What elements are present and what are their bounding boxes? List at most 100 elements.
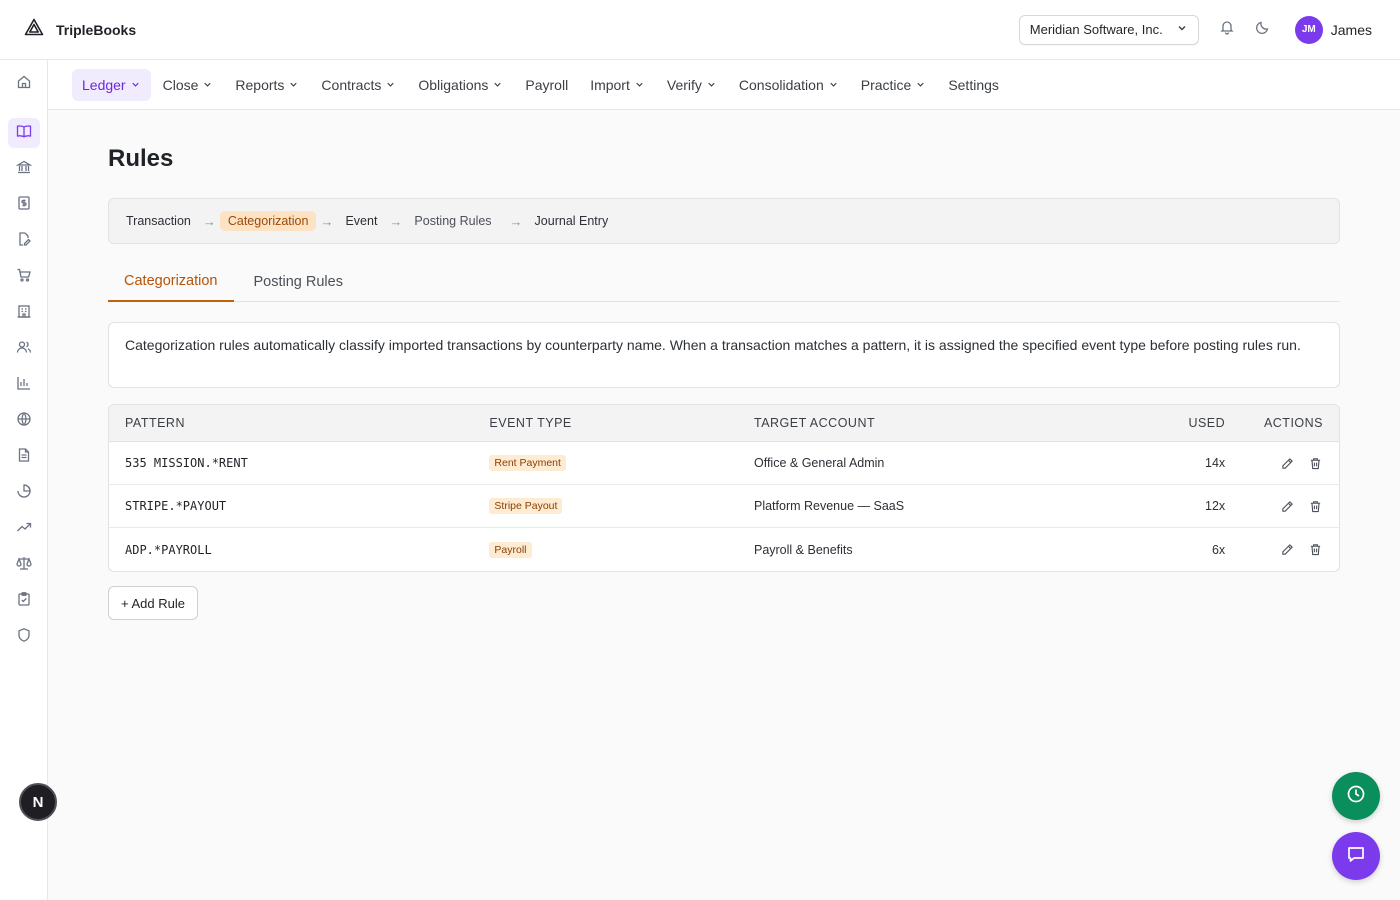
rail-entities[interactable]	[8, 298, 40, 328]
rail-bills[interactable]	[8, 226, 40, 256]
pencil-icon[interactable]	[1279, 542, 1295, 558]
flow-step-categorization: Categorization	[219, 211, 317, 231]
rail-banking[interactable]	[8, 154, 40, 184]
tab-posting-rules[interactable]: Posting Rules	[238, 262, 359, 302]
bar-chart-icon	[16, 375, 32, 396]
app-name: TripleBooks	[56, 21, 137, 38]
building-icon	[16, 303, 32, 324]
nav-verify[interactable]: Verify	[657, 69, 727, 101]
pie-chart-icon	[16, 483, 32, 504]
theme-toggle-button[interactable]	[1245, 15, 1281, 45]
arrow-right-icon: →	[389, 213, 403, 229]
scale-icon	[16, 555, 32, 576]
nav-practice[interactable]: Practice	[851, 69, 937, 101]
nav-consolidation[interactable]: Consolidation	[729, 69, 849, 101]
main-nav: Ledger Close Reports Contracts Obligatio…	[48, 60, 1400, 110]
col-target-account: TARGET ACCOUNT	[753, 416, 876, 430]
trash-icon[interactable]	[1307, 498, 1323, 514]
nav-contracts[interactable]: Contracts	[311, 69, 406, 101]
home-icon	[16, 74, 32, 95]
nav-label: Settings	[948, 76, 999, 93]
nav-obligations[interactable]: Obligations	[408, 69, 513, 101]
flow-step-journal-entry: Journal Entry	[534, 214, 609, 228]
used-count: 6x	[1211, 542, 1226, 557]
used-count: 12x	[1205, 499, 1226, 513]
rail-tasks[interactable]	[8, 586, 40, 616]
col-pattern: PATTERN	[125, 416, 185, 430]
flow-step-transaction: Transaction	[126, 214, 191, 228]
nav-ledger[interactable]: Ledger	[72, 68, 151, 101]
event-type-badge: Payroll	[489, 541, 532, 558]
col-actions: ACTIONS	[1263, 416, 1323, 430]
table-header: PATTERN EVENT TYPE TARGET ACCOUNT USED A…	[109, 405, 1339, 442]
rail-breakdown[interactable]	[8, 478, 40, 508]
page-title: Rules	[108, 145, 174, 172]
nav-label: Obligations	[418, 76, 489, 93]
clock-icon	[1346, 784, 1366, 809]
categorization-description: Categorization rules automatically class…	[108, 322, 1340, 388]
rail-ledger[interactable]	[8, 118, 40, 148]
nav-import[interactable]: Import	[580, 69, 655, 101]
file-edit-icon	[16, 231, 32, 252]
tab-categorization[interactable]: Categorization	[108, 262, 234, 302]
chat-bubble-icon	[1346, 844, 1366, 869]
col-event-type: EVENT TYPE	[489, 416, 572, 430]
rule-pattern: ADP.*PAYROLL	[125, 542, 212, 557]
arrow-right-icon: →	[509, 213, 523, 229]
target-account: Platform Revenue — SaaS	[753, 499, 905, 513]
rail-documents[interactable]	[8, 442, 40, 472]
rules-table: PATTERN EVENT TYPE TARGET ACCOUNT USED A…	[108, 404, 1340, 572]
avatar[interactable]: JM	[1294, 15, 1323, 44]
used-count: 14x	[1205, 456, 1226, 470]
dev-badge[interactable]: N	[19, 783, 57, 821]
table-row: ADP.*PAYROLL Payroll Payroll & Benefits …	[109, 528, 1339, 571]
rail-analytics[interactable]	[8, 370, 40, 400]
event-type-badge: Stripe Payout	[489, 498, 563, 514]
pencil-icon[interactable]	[1279, 455, 1295, 471]
pencil-icon[interactable]	[1279, 498, 1295, 514]
nav-close[interactable]: Close	[153, 69, 224, 101]
rail-invoices[interactable]	[8, 190, 40, 220]
nav-label: Ledger	[82, 76, 126, 93]
notifications-button[interactable]	[1209, 15, 1245, 45]
document-icon	[16, 447, 32, 468]
brand[interactable]: TripleBooks	[24, 18, 136, 41]
target-account: Payroll & Benefits	[753, 542, 853, 557]
rail-purchases[interactable]	[8, 262, 40, 292]
trash-icon[interactable]	[1307, 455, 1323, 471]
company-select[interactable]: Meridian Software, Inc.	[1018, 14, 1199, 45]
chevron-down-icon	[634, 77, 645, 93]
rail-trends[interactable]	[8, 514, 40, 544]
rules-tabs: Categorization Posting Rules	[108, 262, 1340, 302]
nav-payroll[interactable]: Payroll	[515, 69, 578, 101]
chevron-down-icon	[706, 77, 717, 93]
nav-label: Practice	[860, 76, 912, 93]
chevron-down-icon	[492, 77, 503, 93]
add-rule-button[interactable]: + Add Rule	[108, 586, 198, 620]
chevron-down-icon	[828, 77, 839, 93]
users-icon	[16, 339, 32, 360]
chat-button[interactable]	[1332, 832, 1380, 880]
trash-icon[interactable]	[1307, 542, 1323, 558]
rule-flow-breadcrumb: Transaction → Categorization → Event → P…	[108, 198, 1340, 244]
nav-settings[interactable]: Settings	[938, 69, 1009, 101]
rule-pattern: 535 MISSION.*RENT	[125, 456, 248, 470]
rail-security[interactable]	[8, 622, 40, 652]
flow-step-posting-rules: Posting Rules	[414, 214, 492, 228]
history-button[interactable]	[1332, 772, 1380, 820]
user-name[interactable]: James	[1331, 22, 1372, 38]
rail-global[interactable]	[8, 406, 40, 436]
nav-reports[interactable]: Reports	[225, 69, 309, 101]
chevron-down-icon	[385, 77, 396, 93]
cart-icon	[16, 267, 32, 288]
trending-up-icon	[16, 519, 32, 540]
rail-people[interactable]	[8, 334, 40, 364]
chevron-down-icon	[915, 77, 926, 93]
clipboard-check-icon	[16, 591, 32, 612]
moon-icon	[1255, 19, 1271, 40]
rail-compliance[interactable]	[8, 550, 40, 580]
nav-label: Payroll	[525, 76, 569, 93]
table-row: STRIPE.*PAYOUT Stripe Payout Platform Re…	[109, 485, 1339, 528]
rail-home[interactable]	[8, 69, 40, 99]
chevron-down-icon	[130, 77, 141, 93]
